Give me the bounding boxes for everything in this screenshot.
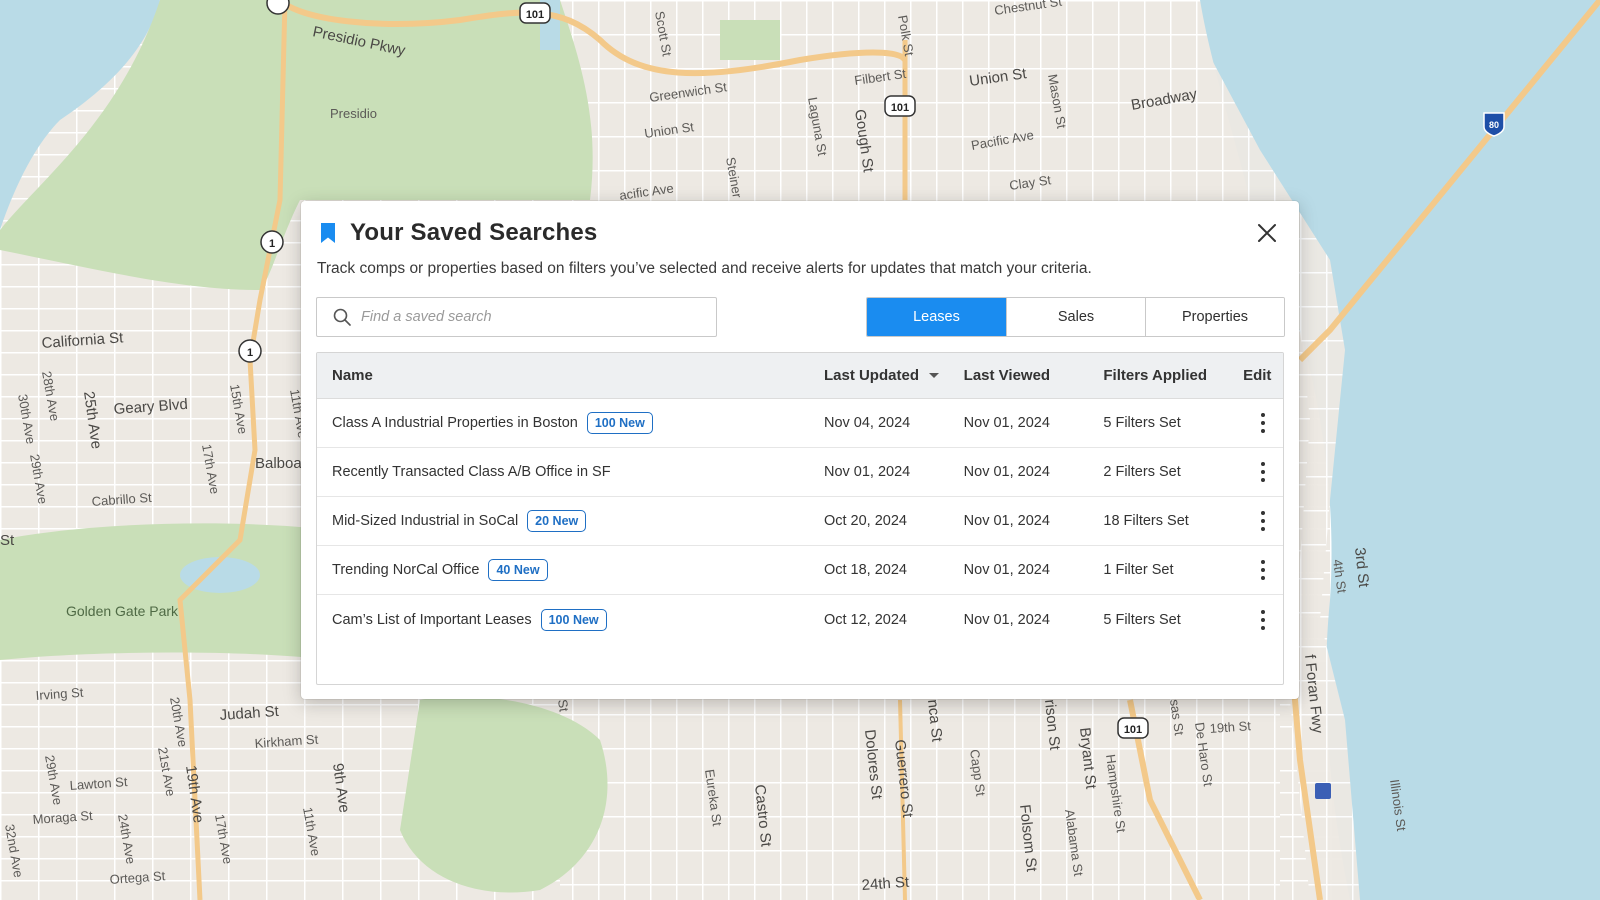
more-options-icon[interactable]: [1253, 558, 1273, 582]
new-count-badge: 20 New: [527, 510, 587, 532]
last-viewed-cell: Nov 01, 2024: [963, 415, 1050, 431]
close-button[interactable]: [1253, 219, 1281, 247]
tab-properties[interactable]: Properties: [1145, 298, 1284, 336]
header-filters-applied[interactable]: Filters Applied: [1103, 367, 1243, 384]
svg-text:St: St: [0, 532, 15, 549]
filters-cell: 5 Filters Set: [1103, 611, 1181, 628]
more-options-icon[interactable]: [1253, 411, 1273, 435]
svg-text:101: 101: [891, 102, 909, 114]
more-options-icon[interactable]: [1253, 608, 1273, 632]
close-icon: [1258, 224, 1276, 242]
hwy-1-shield-3: 1: [238, 339, 262, 363]
svg-text:24th St: 24th St: [861, 874, 910, 894]
golden-gate-park: [0, 523, 330, 660]
last-updated-cell: Oct 20, 2024: [823, 513, 907, 529]
tab-sales[interactable]: Sales: [1006, 298, 1145, 336]
last-updated-cell: Oct 12, 2024: [823, 611, 907, 628]
search-input[interactable]: [361, 309, 701, 325]
table-row[interactable]: Trending NorCal Office 40 New Oct 18, 202…: [317, 546, 1283, 595]
filters-cell: 2 Filters Set: [1103, 464, 1181, 480]
filters-cell: 5 Filters Set: [1103, 415, 1181, 431]
last-viewed-cell: Nov 01, 2024: [963, 464, 1050, 480]
last-viewed-cell: Nov 01, 2024: [963, 611, 1050, 628]
new-count-badge: 100 New: [540, 608, 607, 631]
transit-icon: [1315, 783, 1331, 799]
sort-desc-icon: [928, 373, 939, 378]
table-header: Name Last Updated Last Viewed Filters Ap…: [317, 353, 1283, 399]
more-options-icon[interactable]: [1253, 509, 1273, 533]
hwy-1-shield-2: 1: [260, 230, 284, 254]
last-updated-cell: Nov 01, 2024: [823, 464, 911, 480]
more-options-icon[interactable]: [1253, 460, 1273, 484]
table-row[interactable]: Cam’s List of Important Leases 100 New Oc…: [317, 595, 1283, 644]
search-name[interactable]: Mid-Sized Industrial in SoCal: [332, 513, 518, 529]
svg-text:1: 1: [269, 238, 275, 250]
svg-text:101: 101: [1124, 724, 1142, 736]
table-row[interactable]: Recently Transacted Class A/B Office in …: [317, 448, 1283, 497]
svg-text:St: St: [555, 698, 572, 713]
saved-searches-table: Name Last Updated Last Viewed Filters Ap…: [316, 352, 1284, 685]
saved-searches-modal: Your Saved Searches Track comps or prope…: [301, 201, 1299, 699]
bookmark-icon: [321, 223, 335, 243]
header-last-updated[interactable]: Last Updated: [824, 367, 964, 384]
hwy-80-shield: 80: [1483, 112, 1505, 137]
svg-text:1: 1: [247, 347, 253, 359]
search-name[interactable]: Class A Industrial Properties in Boston: [332, 415, 578, 431]
svg-text:19th St: 19th St: [1209, 718, 1252, 736]
header-last-updated-label: Last Updated: [823, 367, 919, 384]
search-box[interactable]: [316, 297, 717, 337]
svg-text:80: 80: [1489, 120, 1499, 130]
type-tabs: Leases Sales Properties: [866, 297, 1285, 337]
filters-cell: 1 Filter Set: [1103, 562, 1174, 578]
svg-text:Golden Gate Park: Golden Gate Park: [66, 603, 179, 619]
header-last-viewed[interactable]: Last Viewed: [964, 367, 1104, 384]
tab-leases[interactable]: Leases: [867, 298, 1006, 336]
svg-text:Presidio: Presidio: [330, 106, 377, 121]
search-name[interactable]: Recently Transacted Class A/B Office in …: [332, 464, 611, 480]
last-updated-cell: Nov 04, 2024: [823, 415, 911, 431]
filters-cell: 18 Filters Set: [1103, 513, 1189, 529]
modal-header: Your Saved Searches: [320, 219, 597, 247]
search-name[interactable]: Cam’s List of Important Leases: [332, 612, 532, 628]
svg-text:Balboa: Balboa: [255, 455, 302, 472]
modal-title: Your Saved Searches: [350, 219, 598, 246]
search-icon: [333, 308, 351, 326]
table-row[interactable]: Class A Industrial Properties in Boston 1…: [317, 399, 1283, 448]
hwy-101-shield-1: 101: [519, 2, 551, 24]
new-count-badge: 100 New: [586, 412, 653, 434]
last-viewed-cell: Nov 01, 2024: [963, 562, 1050, 578]
header-edit: Edit: [1243, 367, 1272, 384]
search-name[interactable]: Trending NorCal Office: [332, 562, 479, 578]
last-viewed-cell: Nov 01, 2024: [963, 513, 1050, 529]
new-count-badge: 40 New: [488, 559, 548, 581]
hwy-101-shield-3: 101: [1117, 717, 1149, 739]
last-updated-cell: Oct 18, 2024: [823, 562, 907, 578]
svg-text:101: 101: [526, 9, 544, 21]
table-row[interactable]: Mid-Sized Industrial in SoCal 20 New Oct …: [317, 497, 1283, 546]
hwy-101-shield-2: 101: [884, 95, 916, 117]
modal-description: Track comps or properties based on filte…: [317, 260, 1092, 277]
header-name[interactable]: Name: [317, 367, 824, 384]
